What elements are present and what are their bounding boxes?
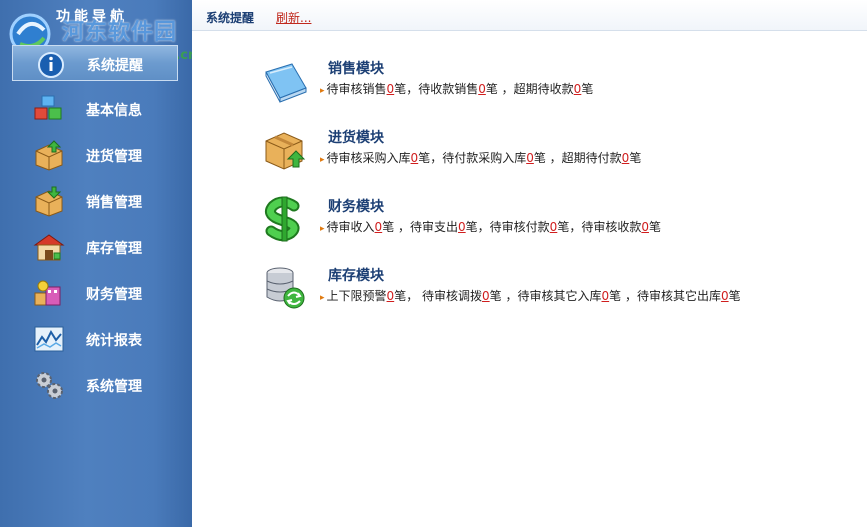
module-title[interactable]: 库存模块 [328, 265, 384, 285]
sidebar-item-label: 财务管理 [86, 287, 142, 303]
sidebar-item-label: 统计报表 [86, 333, 142, 349]
count-link[interactable]: 0 [458, 220, 466, 234]
sidebar-item-reports[interactable]: 统计报表 [12, 321, 178, 357]
box-in-icon [35, 140, 63, 171]
summary-text: 待审收入 [326, 220, 375, 234]
bullet-arrow-icon: ▸ [320, 86, 325, 96]
module-finance: 财务模块 ▸ 待审收入0笔 ，待审支出0笔，待审核付款0笔，待审核收款0笔 [262, 196, 862, 252]
module-inventory: 库存模块 ▸ 上下限预警0笔， 待审核调拨0笔 ，待审核其它入库0笔 ，待审核其它… [262, 265, 862, 321]
book-icon[interactable] [262, 58, 308, 104]
sidebar-item-label: 销售管理 [86, 195, 142, 211]
sidebar-item-system[interactable]: 系统管理 [12, 367, 178, 403]
count-link[interactable]: 0 [482, 289, 490, 303]
count-link[interactable]: 0 [478, 82, 486, 96]
module-title[interactable]: 销售模块 [328, 58, 384, 78]
watermark-name: 河东软件园 [62, 20, 178, 45]
module-sales: 销售模块 ▸ 待审核销售0笔，待收款销售0笔 ，超期待收款0笔 [262, 58, 862, 114]
sidebar-item-purchase[interactable]: 进货管理 [12, 137, 178, 173]
module-summary: ▸ 上下限预警0笔， 待审核调拨0笔 ，待审核其它入库0笔 ，待审核其它出库0笔 [320, 287, 741, 304]
blocks-icon [34, 95, 62, 120]
module-summary: ▸ 待审核采购入库0笔，待付款采购入库0笔 ，超期待付款0笔 [320, 149, 641, 166]
chart-icon [34, 326, 64, 352]
sidebar-item-label: 系统提醒 [87, 58, 143, 74]
info-icon [38, 52, 64, 78]
sidebar-item-label: 库存管理 [86, 241, 142, 257]
bullet-arrow-icon: ▸ [320, 293, 325, 303]
summary-text: 笔，待审核付款 [465, 220, 550, 234]
count-link[interactable]: 0 [526, 151, 534, 165]
summary-text: 待审核采购入库 [326, 151, 411, 165]
module-purchase: 进货模块 ▸ 待审核采购入库0笔，待付款采购入库0笔 ，超期待付款0笔 [262, 127, 862, 183]
summary-text: 笔 ，待审支出 [382, 220, 459, 234]
sidebar-header: 功能导航 河东软件园 www.pc0359.cn [0, 0, 197, 63]
summary-text: 笔 [629, 151, 642, 165]
count-link[interactable]: 0 [721, 289, 729, 303]
sidebar: 功能导航 河东软件园 www.pc0359.cn 系统提醒 基本信息 进货管理 [0, 0, 197, 527]
sidebar-item-label: 进货管理 [86, 149, 142, 165]
database-icon[interactable] [262, 265, 308, 311]
sidebar-item-label: 基本信息 [86, 103, 142, 119]
dollar-icon[interactable] [262, 196, 308, 242]
summary-text: 笔 ，待审核其它入库 [489, 289, 602, 303]
sidebar-item-label: 系统管理 [86, 379, 142, 395]
main-panel: 系统提醒 刷新... 销售模块 ▸ 待审核销售0笔，待收款销售0笔 ，超期待收款0… [192, 0, 867, 527]
sidebar-item-finance[interactable]: 财务管理 [12, 275, 178, 311]
page-title: 系统提醒 [206, 11, 255, 25]
gears-icon [36, 372, 63, 399]
warehouse-icon [33, 234, 65, 261]
summary-text: 笔，待付款采购入库 [418, 151, 527, 165]
bullet-arrow-icon: ▸ [320, 224, 325, 234]
summary-text: 笔，待审核收款 [557, 220, 642, 234]
box-out-icon [35, 186, 63, 217]
sidebar-item-inventory[interactable]: 库存管理 [12, 229, 178, 265]
module-summary: ▸ 待审核销售0笔，待收款销售0笔 ，超期待收款0笔 [320, 80, 593, 97]
module-title[interactable]: 财务模块 [328, 196, 384, 216]
package-icon[interactable] [262, 127, 308, 173]
summary-text: 笔 ，超期待付款 [533, 151, 622, 165]
sidebar-item-system-reminder[interactable]: 系统提醒 [12, 45, 178, 81]
sidebar-item-sales[interactable]: 销售管理 [12, 183, 178, 219]
count-link[interactable]: 0 [641, 220, 649, 234]
summary-text: 笔， 待审核调拨 [394, 289, 483, 303]
summary-text: 待审核销售 [326, 82, 387, 96]
summary-text: 上下限预警 [326, 289, 387, 303]
summary-text: 笔，待收款销售 [394, 82, 479, 96]
topbar: 系统提醒 刷新... [192, 0, 867, 31]
summary-text: 笔 [728, 289, 741, 303]
bullet-arrow-icon: ▸ [320, 155, 325, 165]
summary-text: 笔 ，超期待收款 [485, 82, 574, 96]
summary-text: 笔 [648, 220, 661, 234]
summary-text: 笔 [581, 82, 594, 96]
summary-text: 笔 ，待审核其它出库 [609, 289, 721, 303]
sidebar-item-basic-info[interactable]: 基本信息 [12, 91, 178, 127]
module-summary: ▸ 待审收入0笔 ，待审支出0笔，待审核付款0笔，待审核收款0笔 [320, 218, 661, 235]
module-title[interactable]: 进货模块 [328, 127, 384, 147]
finance-icon [34, 280, 61, 306]
refresh-link[interactable]: 刷新... [276, 9, 311, 26]
count-link[interactable]: 0 [601, 289, 609, 303]
